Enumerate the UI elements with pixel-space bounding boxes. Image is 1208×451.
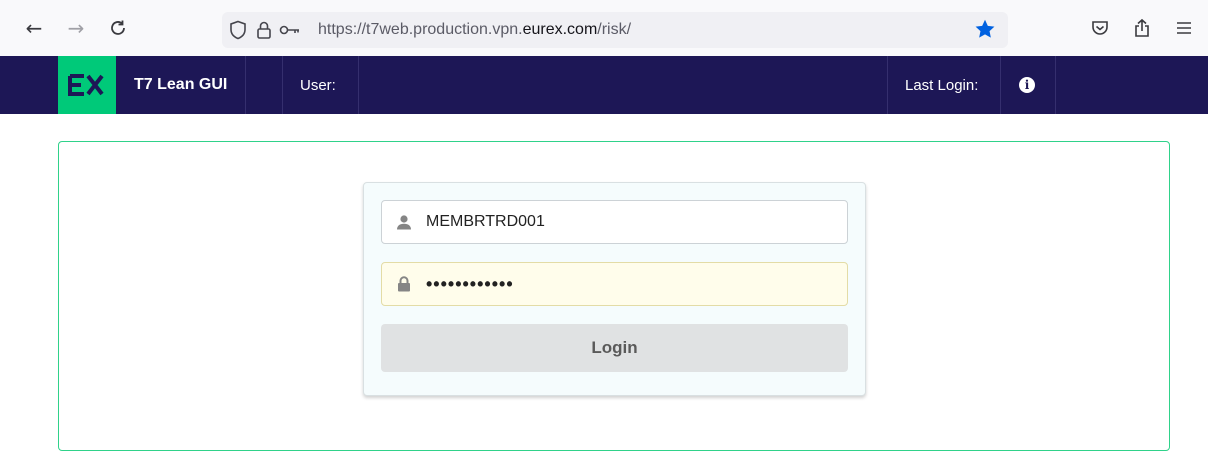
shield-icon[interactable] bbox=[226, 17, 250, 43]
login-form: Login bbox=[363, 182, 866, 396]
login-button[interactable]: Login bbox=[381, 324, 848, 372]
username-input[interactable] bbox=[426, 207, 826, 237]
user-icon bbox=[382, 200, 426, 244]
user-label: User: bbox=[300, 77, 336, 94]
header-separator bbox=[245, 56, 246, 114]
password-field[interactable] bbox=[381, 262, 848, 306]
url-domain: eurex.com bbox=[522, 21, 598, 38]
forward-arrow-icon[interactable]: → bbox=[62, 14, 90, 42]
app-title: T7 Lean GUI bbox=[134, 76, 228, 93]
menu-icon[interactable] bbox=[1170, 14, 1198, 42]
url-suffix: /risk/ bbox=[597, 21, 632, 38]
pocket-icon[interactable] bbox=[1086, 14, 1114, 42]
username-field[interactable] bbox=[381, 200, 848, 244]
header-separator bbox=[887, 56, 888, 114]
header-separator bbox=[1055, 56, 1056, 114]
app-header: T7 Lean GUI User: Last Login: i bbox=[0, 56, 1208, 114]
url-text[interactable]: https://t7web.production.vpn.eurex.com/r… bbox=[318, 21, 631, 39]
browser-toolbar: ← → https://t7web.production.vpn.eurex.c… bbox=[0, 0, 1208, 56]
info-icon[interactable]: i bbox=[1019, 77, 1035, 93]
last-login-label: Last Login: bbox=[905, 77, 979, 94]
lock-icon[interactable] bbox=[252, 17, 276, 43]
url-prefix: https://t7web.production.vpn. bbox=[318, 21, 523, 38]
lock-icon bbox=[382, 262, 426, 306]
password-input[interactable] bbox=[426, 269, 826, 299]
share-icon[interactable] bbox=[1128, 14, 1156, 42]
eurex-logo[interactable] bbox=[58, 56, 116, 114]
bookmark-star-icon[interactable] bbox=[972, 16, 998, 42]
header-separator bbox=[282, 56, 283, 114]
header-separator bbox=[1000, 56, 1001, 114]
reload-icon[interactable] bbox=[104, 14, 132, 42]
address-bar[interactable]: https://t7web.production.vpn.eurex.com/r… bbox=[222, 12, 1008, 48]
header-separator bbox=[358, 56, 359, 114]
back-arrow-icon[interactable]: ← bbox=[20, 14, 48, 42]
key-icon[interactable] bbox=[278, 17, 302, 43]
